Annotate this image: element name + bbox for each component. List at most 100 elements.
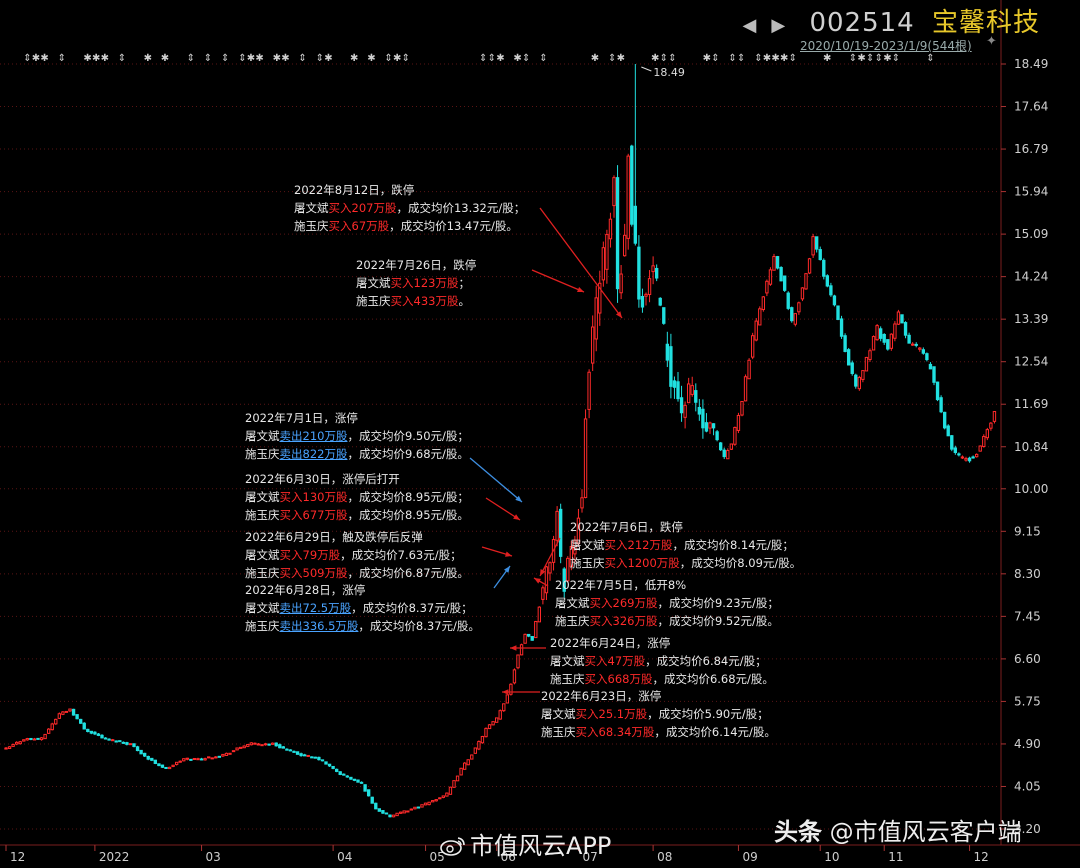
y-tick-label: 14.24 [1014,270,1048,284]
candle-body [772,256,776,271]
trade-price: ； [458,276,470,290]
candle-body [854,374,858,387]
candle-body [548,562,552,574]
candle-body [71,708,76,716]
candle-body [295,751,300,755]
candle-body [342,773,346,776]
candle-body [640,295,645,308]
y-tick-label: 4.05 [1014,779,1041,793]
candle-body [139,749,143,755]
candle-body [662,307,666,324]
candle-body [743,376,748,402]
left-arrow-icon[interactable]: ◀ [743,15,758,36]
candle-body [285,748,289,751]
candle-body [580,497,584,509]
candle-body [14,741,19,745]
candle-body [455,775,460,782]
date-range[interactable]: 2020/10/19-2023/1/9(544根) [800,37,972,54]
annotation-trade-line: 屠文斌买入207万股，成交均价13.32元/股； [294,199,525,217]
right-arrow-icon[interactable]: ▶ [771,15,786,36]
candle-body [178,760,182,763]
candle-body [477,740,481,750]
x-tick-label: 04 [337,850,352,864]
event-marker: ✱ [393,53,401,64]
event-marker: ⇕ [728,53,736,64]
event-marker: ✱ [144,53,152,64]
annotation-a0705: 2022年7月5日，低开8% 屠文斌买入269万股，成交均价9.23元/股； 施玉庆… [555,576,779,630]
candle-body [359,781,364,784]
event-marker: ⇕ [238,53,246,64]
event-marker: ⇕ [479,53,487,64]
event-marker: ⇕ [866,53,874,64]
candle-body [814,236,819,250]
candle-body [7,746,12,750]
trade-amount: 买入207万股 [328,201,397,215]
candle-body [121,741,126,744]
candle-body [32,738,37,741]
annotation-arrowhead [505,551,512,557]
trader-name: 屠文斌 [541,707,576,721]
candle-body [715,431,719,441]
candle-body [502,703,506,712]
candle-body [590,326,595,364]
candle-body [882,333,886,343]
candlestick-chart: ⇕ ✱ ✱ ⇕ ✱ ✱ ✱ ⇕ ✱ ✱ ⇕ ⇕ ⇕ ⇕ ✱ ✱ ✱ ✱ ⇕ ⇕ ✱ ✱ ✱ ⇕ ✱ ⇕ ⇕ ⇕ ✱ ✱ ⇕ ⇕ ✱ ⇕ ✱ ✱ ⇕ ⇕ ✱ ⇕… [0,0,1080,864]
event-marker: ⇕ [754,53,762,64]
candle-body [910,343,915,346]
annotation-title: 2022年6月30日，涨停后打开 [245,472,400,486]
annotation-title: 2022年6月29日，触及跌停后反弹 [245,530,423,544]
candle-body [374,802,378,810]
trader-name: 屠文斌 [555,596,590,610]
trade-amount: 买入509万股 [279,566,348,580]
trade-amount: 买入130万股 [279,490,348,504]
candle-body [384,812,389,815]
candle-body [914,343,918,346]
trade-price: ，成交均价13.47元/股。 [389,219,518,233]
candle-body [740,400,744,416]
candle-body [907,334,911,344]
candle-body [587,371,591,410]
candle-body [729,443,734,450]
candle-body [54,718,58,725]
event-marker: ✱ [273,53,281,64]
annotation-a0623: 2022年6月23日，涨停 屠文斌买入25.1万股，成交均价5.90元/股； 施玉庆… [541,687,776,741]
candle-body [480,735,485,744]
event-marker: ✱ [823,53,831,64]
candle-body [413,806,417,810]
candle-body [466,759,470,766]
annotation-trade-line: 施玉庆卖出336.5万股，成交均价8.37元/股。 [245,617,480,635]
candle-body [690,385,694,395]
trade-price: ，成交均价5.90元/股； [647,707,769,721]
trader-name: 屠文斌 [356,276,391,290]
event-marker: ⇕ [892,53,900,64]
candle-body [18,741,22,745]
candle-body [150,757,154,761]
trade-amount: 买入269万股 [589,596,658,610]
star-icon[interactable]: ✦ [986,34,997,49]
x-tick-label: 12 [974,850,989,864]
trade-amount: 买入67万股 [328,219,390,233]
candle-body [701,408,705,429]
candle-body [509,683,513,695]
candle-body [750,335,755,358]
candle-body [612,177,616,207]
annotation-trade-line: 屠文斌买入123万股； [356,274,476,292]
candle-body [174,761,179,765]
candle-body [25,738,30,741]
candle-body [434,799,438,802]
candle-body [299,753,303,757]
candle-body [736,414,741,431]
candle-body [754,320,758,341]
trade-price: ，成交均价7.63元/股； [340,548,462,562]
candle-body [985,429,990,439]
x-tick-label: 12 [10,850,25,864]
candle-body [487,724,492,730]
event-marker: ✱ [883,53,891,64]
annotation-trade-line: 屠文斌买入25.1万股，成交均价5.90元/股； [541,705,776,723]
candle-body [679,397,684,414]
candle-body [530,636,534,641]
candle-body [878,328,883,339]
annotation-trade-line: 屠文斌卖出72.5万股，成交均价8.37元/股； [245,599,480,617]
candle-body [647,278,652,295]
candle-body [228,752,232,755]
